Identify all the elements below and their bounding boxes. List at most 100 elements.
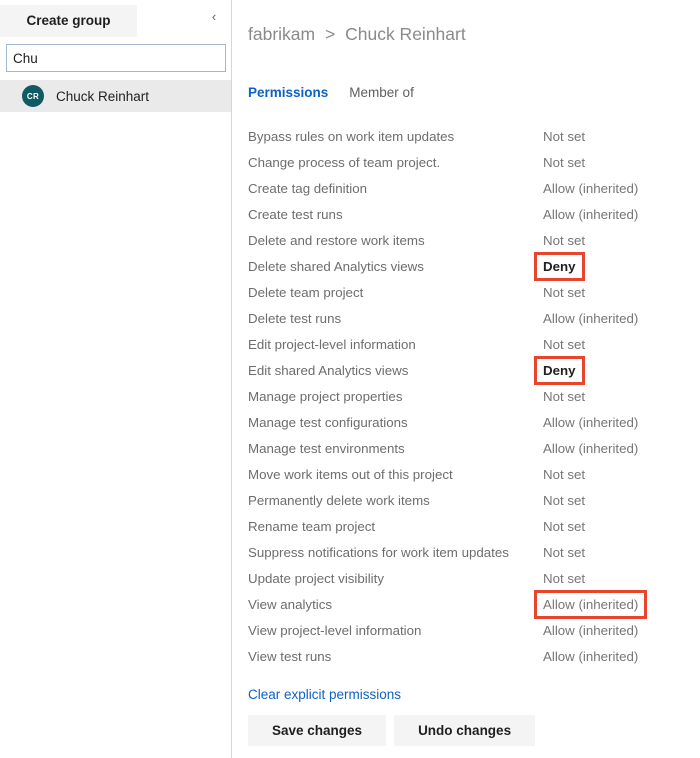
permission-value-cell: Not set — [541, 539, 587, 565]
permission-value-dropdown[interactable]: Not set — [541, 519, 587, 534]
table-row: Permanently delete work items Not set — [248, 487, 700, 513]
permissions-detail-panel: fabrikam > Chuck Reinhart Permissions Me… — [233, 0, 700, 758]
permission-value-cell: Not set — [541, 383, 587, 409]
table-row: Suppress notifications for work item upd… — [248, 539, 700, 565]
permission-value-dropdown[interactable]: Allow (inherited) — [541, 311, 640, 326]
permission-name: View project-level information — [248, 622, 422, 638]
permission-name: Rename team project — [248, 518, 376, 534]
permission-name: View test runs — [248, 648, 332, 664]
tab-permissions[interactable]: Permissions — [248, 85, 328, 100]
permission-value-cell: Not set — [541, 461, 587, 487]
permission-name: Delete test runs — [248, 310, 342, 326]
permission-name: Permanently delete work items — [248, 492, 430, 508]
permission-value-cell: Not set — [541, 123, 587, 149]
permission-value-dropdown[interactable]: Not set — [541, 337, 587, 352]
breadcrumb-separator: > — [324, 24, 336, 44]
chevron-left-icon[interactable]: ‹ — [206, 9, 222, 25]
search-input[interactable] — [6, 44, 226, 72]
table-row: Edit shared Analytics views Deny — [248, 355, 700, 385]
permission-value-dropdown[interactable]: Allow (inherited) — [541, 441, 640, 456]
permissions-table: Bypass rules on work item updates Not set… — [248, 123, 700, 669]
table-row: View test runs Allow (inherited) — [248, 643, 700, 669]
table-row: Edit project-level information Not set — [248, 331, 700, 357]
permission-name: Change process of team project. — [248, 154, 441, 170]
permission-value-dropdown[interactable]: Not set — [541, 467, 587, 482]
table-row: Create tag definition Allow (inherited) — [248, 175, 700, 201]
table-row: Rename team project Not set — [248, 513, 700, 539]
permission-value-cell: Not set — [541, 487, 587, 513]
permission-value-cell: Not set — [541, 513, 587, 539]
clear-explicit-permissions-link[interactable]: Clear explicit permissions — [248, 687, 401, 702]
permission-value-dropdown[interactable]: Not set — [541, 285, 587, 300]
action-button-group: Save changes Undo changes — [248, 715, 536, 746]
breadcrumb: fabrikam > Chuck Reinhart — [248, 24, 466, 45]
permission-value-cell: Not set — [541, 227, 587, 253]
permission-value-cell: Deny — [534, 251, 585, 281]
create-group-button[interactable]: Create group — [0, 5, 137, 37]
undo-changes-button[interactable]: Undo changes — [394, 715, 536, 746]
permission-value-cell: Allow (inherited) — [533, 589, 648, 619]
permission-name: Delete shared Analytics views — [248, 258, 424, 274]
permission-name: Move work items out of this project — [248, 466, 453, 482]
tab-member-of[interactable]: Member of — [349, 85, 414, 100]
permission-value-dropdown[interactable]: Allow (inherited) — [533, 589, 648, 619]
permission-value-cell: Allow (inherited) — [541, 643, 640, 669]
permission-name: Manage project properties — [248, 388, 403, 404]
permission-value-cell: Not set — [541, 565, 587, 591]
table-row: Move work items out of this project Not s… — [248, 461, 700, 487]
permission-value-dropdown[interactable]: Not set — [541, 545, 587, 560]
permission-name: Manage test environments — [248, 440, 405, 456]
permission-value-dropdown[interactable]: Not set — [541, 493, 587, 508]
table-row: Delete team project Not set — [248, 279, 700, 305]
table-row: Delete and restore work items Not set — [248, 227, 700, 253]
table-row: View project-level information Allow (inh… — [248, 617, 700, 643]
permission-value-cell: Allow (inherited) — [541, 435, 640, 461]
member-list: CR Chuck Reinhart — [0, 80, 231, 112]
table-row: Manage project properties Not set — [248, 383, 700, 409]
permission-name: View analytics — [248, 596, 333, 612]
permission-name: Suppress notifications for work item upd… — [248, 544, 509, 560]
table-row: Manage test configurations Allow (inherit… — [248, 409, 700, 435]
permission-value-cell: Allow (inherited) — [541, 617, 640, 643]
permission-value-dropdown[interactable]: Allow (inherited) — [541, 207, 640, 222]
permission-value-cell: Deny — [534, 355, 585, 385]
permission-value-cell: Allow (inherited) — [541, 175, 640, 201]
table-row: Delete test runs Allow (inherited) — [248, 305, 700, 331]
list-item-label: Chuck Reinhart — [56, 88, 150, 104]
table-row: Update project visibility Not set — [248, 565, 700, 591]
permission-value-dropdown[interactable]: Not set — [541, 155, 587, 170]
permission-value-dropdown[interactable]: Deny — [534, 355, 585, 385]
permission-value-dropdown[interactable]: Allow (inherited) — [541, 623, 640, 638]
permission-value-cell: Not set — [541, 331, 587, 357]
table-row: Change process of team project. Not set — [248, 149, 700, 175]
permission-name: Update project visibility — [248, 570, 384, 586]
permission-value-dropdown[interactable]: Deny — [534, 251, 585, 281]
permission-name: Delete and restore work items — [248, 232, 425, 248]
permission-name: Edit project-level information — [248, 336, 416, 352]
permission-value-dropdown[interactable]: Not set — [541, 571, 587, 586]
permission-value-dropdown[interactable]: Not set — [541, 389, 587, 404]
permission-name: Create tag definition — [248, 180, 368, 196]
permission-value-cell: Allow (inherited) — [541, 201, 640, 227]
permission-name: Bypass rules on work item updates — [248, 128, 455, 144]
permission-value-cell: Not set — [541, 149, 587, 175]
permission-value-dropdown[interactable]: Allow (inherited) — [541, 415, 640, 430]
permission-value-cell: Allow (inherited) — [541, 305, 640, 331]
permission-value-dropdown[interactable]: Not set — [541, 233, 587, 248]
permission-value-cell: Not set — [541, 279, 587, 305]
table-row: Delete shared Analytics views Deny — [248, 251, 700, 281]
permission-value-dropdown[interactable]: Not set — [541, 129, 587, 144]
tab-bar: Permissions Member of — [248, 85, 414, 100]
save-changes-button[interactable]: Save changes — [248, 715, 387, 746]
permission-name: Manage test configurations — [248, 414, 408, 430]
breadcrumb-identity: Chuck Reinhart — [345, 24, 466, 44]
permission-value-dropdown[interactable]: Allow (inherited) — [541, 649, 640, 664]
list-item[interactable]: CR Chuck Reinhart — [0, 80, 231, 112]
permission-value-dropdown[interactable]: Allow (inherited) — [541, 181, 640, 196]
breadcrumb-organization[interactable]: fabrikam — [248, 24, 315, 44]
permission-name: Create test runs — [248, 206, 343, 222]
table-row: Create test runs Allow (inherited) — [248, 201, 700, 227]
identity-picker-panel: Create group ‹ CR Chuck Reinhart — [0, 0, 232, 758]
permission-name: Delete team project — [248, 284, 364, 300]
avatar: CR — [22, 85, 44, 107]
